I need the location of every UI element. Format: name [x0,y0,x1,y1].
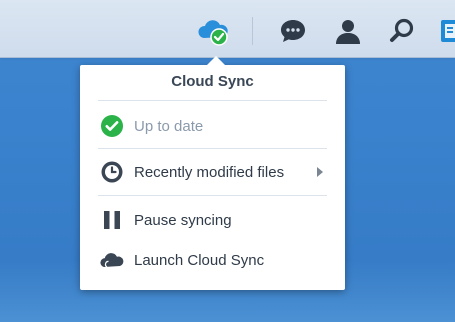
sync-status-label: Up to date [134,117,204,135]
pause-syncing-label: Pause syncing [134,211,232,229]
check-circle-icon [100,114,124,138]
user-icon[interactable] [331,14,365,48]
divider [98,195,327,196]
recently-modified-files-item[interactable]: Recently modified files [98,157,327,187]
clock-icon [100,160,124,184]
pause-syncing-item[interactable]: Pause syncing [98,205,327,235]
launch-cloud-sync-item[interactable]: Launch Cloud Sync [98,245,327,275]
cloud-sync-popup: Cloud Sync Up to date Recently modified … [80,65,345,290]
recently-modified-files-label: Recently modified files [134,163,285,181]
divider [98,148,327,149]
cloud-sync-status-icon[interactable] [196,14,230,48]
taskbar-separator [252,17,253,45]
divider [98,100,327,101]
launch-cloud-sync-label: Launch Cloud Sync [134,251,265,269]
popup-title: Cloud Sync [171,73,254,90]
search-icon[interactable] [385,14,419,48]
widgets-icon[interactable] [436,14,455,48]
submenu-arrow-icon [317,167,323,177]
sync-status-row: Up to date [98,111,327,141]
cloud-sync-app-icon [100,248,124,272]
chat-icon[interactable] [276,14,310,48]
taskbar [0,0,455,58]
popup-pointer [206,56,226,66]
pause-icon [100,208,124,232]
